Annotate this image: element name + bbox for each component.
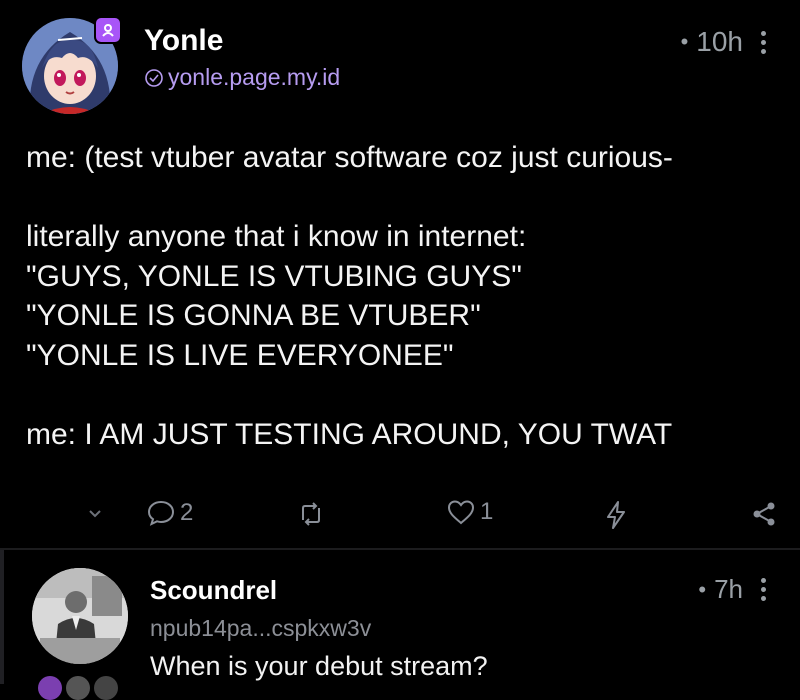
thread-divider xyxy=(0,548,800,550)
photo-avatar-image xyxy=(32,568,128,664)
thread-line xyxy=(0,550,4,684)
time-separator: • xyxy=(698,576,707,602)
at-check-icon xyxy=(145,68,163,87)
like-button[interactable]: 1 xyxy=(446,498,493,526)
post-line: "GUYS, YONLE IS VTUBING GUYS" xyxy=(26,259,522,293)
post-line: "YONLE IS LIVE EVERYONEE" xyxy=(26,338,454,372)
participant-avatar xyxy=(66,676,90,700)
nip05-text: yonle.page.my.id xyxy=(168,64,341,90)
chevron-down-icon xyxy=(89,510,101,518)
like-count: 1 xyxy=(480,498,494,525)
post-line: me: I AM JUST TESTING AROUND, YOU TWAT xyxy=(26,417,673,451)
participant-avatars xyxy=(38,676,118,700)
post-timestamp[interactable]: 10h xyxy=(696,26,743,58)
zap-button[interactable] xyxy=(604,500,628,530)
verified-badge-icon xyxy=(94,16,122,44)
reply-count: 2 xyxy=(180,499,194,526)
reply-meta: • 7h xyxy=(698,574,766,605)
expand-button[interactable] xyxy=(86,504,104,522)
reply-icon xyxy=(147,500,175,526)
post-line: me: (test vtuber avatar software coz jus… xyxy=(26,141,673,174)
participant-avatar xyxy=(38,676,62,700)
post-line: literally anyone that i know in internet… xyxy=(26,220,527,253)
kebab-menu-icon[interactable] xyxy=(761,30,766,54)
post-meta: • 10h xyxy=(681,26,766,58)
nip05-identifier[interactable]: yonle.page.my.id xyxy=(144,64,340,91)
share-button[interactable] xyxy=(750,500,778,528)
share-icon xyxy=(753,502,775,526)
post-line: "YONLE IS GONNA BE VTUBER" xyxy=(26,299,481,332)
heart-icon xyxy=(447,500,475,525)
action-bar: 2 1 xyxy=(0,496,800,536)
reply-content: When is your debut stream? xyxy=(150,651,488,681)
zap-icon xyxy=(607,501,625,529)
post-content: me: (test vtuber avatar software coz jus… xyxy=(26,138,786,454)
reply-author-handle[interactable]: npub14pa...cspkxw3v xyxy=(150,615,371,642)
reply-timestamp[interactable]: 7h xyxy=(714,574,743,605)
reply-author-avatar[interactable] xyxy=(32,568,128,664)
repost-icon xyxy=(302,502,320,526)
repost-button[interactable] xyxy=(296,500,326,528)
reply-button[interactable]: 2 xyxy=(146,498,193,528)
author-name[interactable]: Yonle xyxy=(144,24,223,58)
participant-avatar xyxy=(94,676,118,700)
reply-author-name[interactable]: Scoundrel xyxy=(150,575,277,606)
time-separator: • xyxy=(680,29,689,54)
kebab-menu-icon[interactable] xyxy=(761,578,766,601)
